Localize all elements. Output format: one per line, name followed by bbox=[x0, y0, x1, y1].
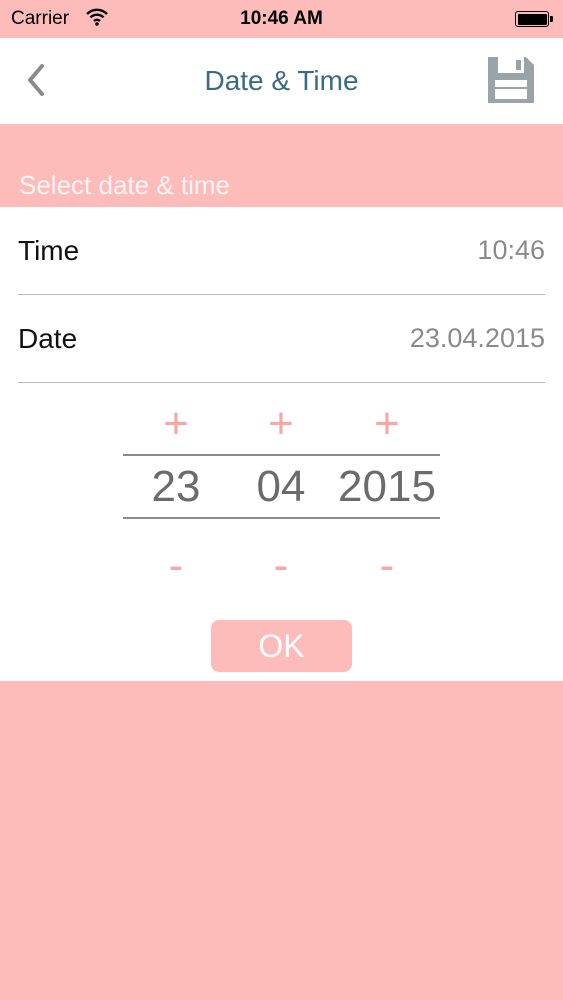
time-label: Time bbox=[18, 235, 80, 266]
time-value: 10:46 bbox=[477, 235, 545, 265]
picker-bottom-divider bbox=[123, 517, 440, 519]
battery-icon bbox=[515, 11, 553, 27]
save-button[interactable] bbox=[486, 55, 536, 105]
date-label: Date bbox=[18, 323, 78, 354]
picker-top-divider bbox=[123, 454, 440, 456]
date-row[interactable]: Date 23.04.2015 bbox=[18, 295, 545, 383]
month-value: 04 bbox=[256, 462, 306, 511]
month-decrement-button[interactable]: - bbox=[251, 541, 311, 591]
year-increment-button[interactable]: + bbox=[357, 399, 417, 449]
date-value: 23.04.2015 bbox=[409, 323, 545, 353]
status-time: 10:46 AM bbox=[240, 8, 323, 29]
time-row[interactable]: Time 10:46 bbox=[18, 207, 545, 295]
ok-button[interactable]: OK bbox=[211, 620, 352, 672]
status-bar: Carrier 10:46 AM bbox=[0, 0, 563, 38]
section-header-label: Select date & time bbox=[19, 170, 230, 200]
month-increment-button[interactable]: + bbox=[251, 399, 311, 449]
section-header: Select date & time bbox=[0, 124, 563, 207]
year-decrement-button[interactable]: - bbox=[357, 541, 417, 591]
day-value: 23 bbox=[151, 462, 201, 511]
day-increment-button[interactable]: + bbox=[146, 399, 206, 449]
row-divider bbox=[18, 381, 545, 383]
page-title: Date & Time bbox=[204, 65, 359, 96]
year-value: 2015 bbox=[338, 462, 436, 511]
navigation-bar: Date & Time bbox=[0, 38, 563, 124]
date-time-panel: Time 10:46 Date 23.04.2015 + + + 23 04 2… bbox=[0, 207, 563, 681]
day-decrement-button[interactable]: - bbox=[146, 541, 206, 591]
floppy-disk-icon bbox=[488, 57, 534, 103]
